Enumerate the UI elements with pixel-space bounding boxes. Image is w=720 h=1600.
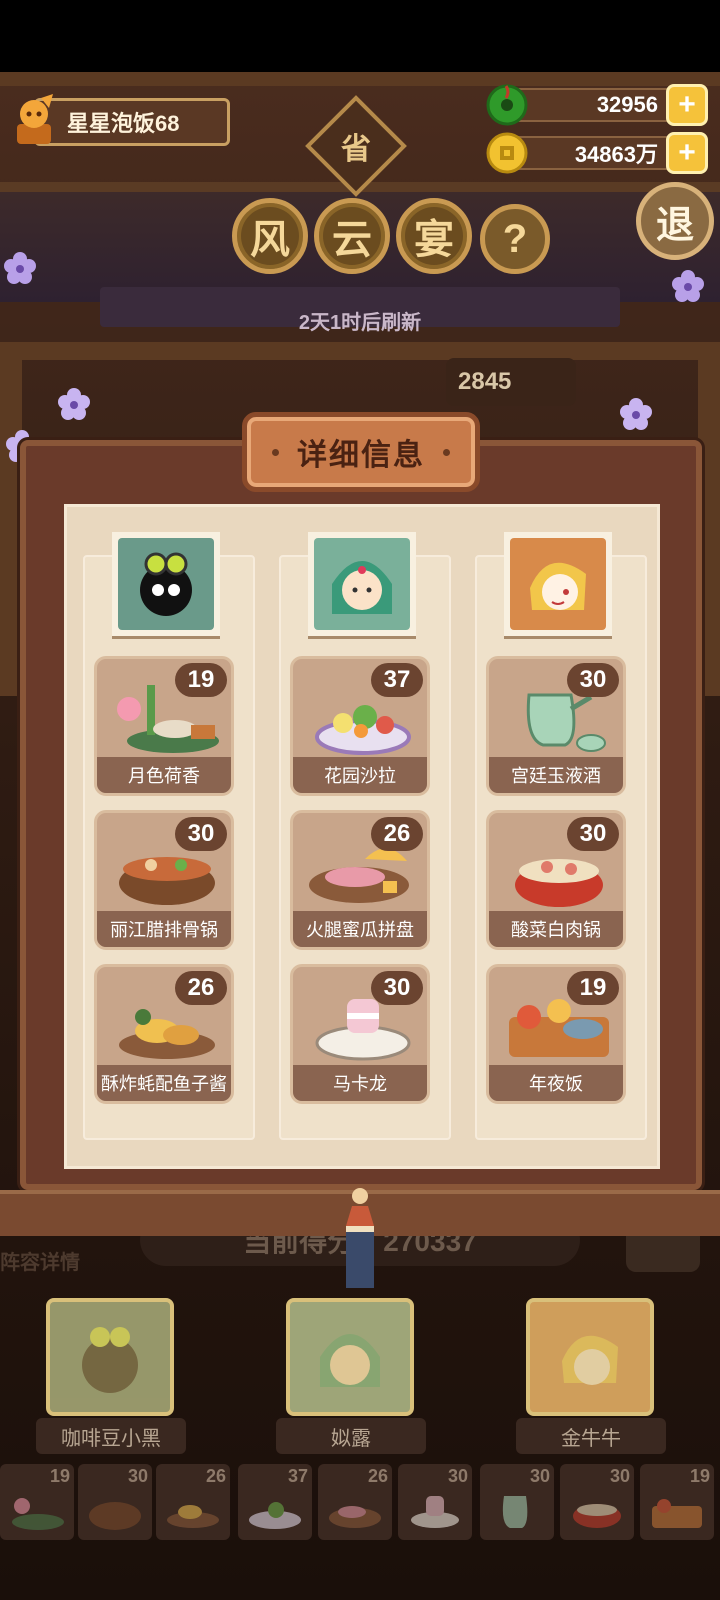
strip-count: 19 xyxy=(689,1466,710,1486)
gem-amount: 32956 xyxy=(504,88,678,122)
refresh-timer: 2天1时后刷新 xyxy=(298,312,422,334)
gold-coin-icon xyxy=(486,132,528,174)
dish-name: 丽江腊排骨锅 xyxy=(97,911,231,947)
dish-card-4[interactable]: 30 丽江腊排骨锅 xyxy=(94,810,234,950)
status-bar-area xyxy=(0,0,720,72)
dish-count: 19 xyxy=(175,663,227,697)
lineup-details-label[interactable]: 阵容详情 xyxy=(0,1246,80,1275)
coffee-bean-chef-avatar xyxy=(118,538,214,630)
dish-count: 26 xyxy=(175,971,227,1005)
dish-count: 30 xyxy=(567,663,619,697)
strip-dish-5[interactable]: 26 xyxy=(318,1464,392,1540)
strip-count: 30 xyxy=(127,1466,148,1486)
flower-decoration xyxy=(670,268,706,304)
province-label: 省 xyxy=(341,133,371,166)
jade-gem-icon xyxy=(486,84,528,126)
coffee-bean-chef-avatar xyxy=(50,1302,170,1412)
dish-name: 马卡龙 xyxy=(293,1065,427,1101)
dish-name: 月色荷香 xyxy=(97,757,231,793)
strip-dish-2[interactable]: 30 xyxy=(78,1464,152,1540)
silu-chef-avatar xyxy=(290,1302,410,1412)
gem-counter: 32956 + xyxy=(486,84,708,126)
left-pillar xyxy=(0,356,22,696)
tassel-ornament-icon xyxy=(346,1188,374,1288)
team-chef-card-3[interactable] xyxy=(526,1298,654,1416)
team-chef-name-2: 姒露 xyxy=(276,1418,426,1454)
team-chef-card-1[interactable] xyxy=(46,1298,174,1416)
feast-title-char-2: 云 xyxy=(314,198,390,274)
strip-dish-1[interactable]: 19 xyxy=(0,1464,74,1540)
coin-amount: 34863万 xyxy=(504,136,678,170)
add-gems-button[interactable]: + xyxy=(666,84,708,126)
dish-strip: 19 30 26 37 26 30 30 30 19 xyxy=(0,1464,720,1542)
team-chef-name-1: 咖啡豆小黑 xyxy=(36,1418,186,1454)
background-score: 2845 xyxy=(446,358,576,406)
help-button[interactable]: ? xyxy=(480,204,550,274)
player-profile[interactable]: 星星泡饭68 xyxy=(8,92,230,148)
flower-decoration xyxy=(56,386,92,422)
golden-bull-chef-avatar xyxy=(530,1302,650,1412)
strip-dish-7[interactable]: 30 xyxy=(480,1464,554,1540)
dish-count: 30 xyxy=(175,817,227,851)
dish-card-7[interactable]: 26 酥炸蚝配鱼子酱 xyxy=(94,964,234,1104)
feast-title-char-1: 风 xyxy=(232,198,308,274)
strip-count: 37 xyxy=(287,1466,308,1486)
exit-button[interactable]: 退 xyxy=(636,182,714,260)
strip-count: 26 xyxy=(205,1466,226,1486)
dish-name: 年夜饭 xyxy=(489,1065,623,1101)
dish-count: 30 xyxy=(371,971,423,1005)
dish-count: 26 xyxy=(371,817,423,851)
chef-portrait-3 xyxy=(504,532,612,636)
dish-count: 37 xyxy=(371,663,423,697)
dish-name: 酥炸蚝配鱼子酱 xyxy=(97,1065,231,1101)
coin-counter: 34863万 + xyxy=(486,132,708,174)
chef-portrait-2 xyxy=(308,532,416,636)
dish-card-8[interactable]: 30 马卡龙 xyxy=(290,964,430,1104)
silu-chef-avatar xyxy=(314,538,410,630)
strip-count: 30 xyxy=(447,1466,468,1486)
strip-dish-3[interactable]: 26 xyxy=(156,1464,230,1540)
dish-count: 19 xyxy=(567,971,619,1005)
team-chef-name-3: 金牛牛 xyxy=(516,1418,666,1454)
strip-dish-8[interactable]: 30 xyxy=(560,1464,634,1540)
panel-title: 详细信息 xyxy=(242,412,480,492)
dish-card-9[interactable]: 19 年夜饭 xyxy=(486,964,626,1104)
middle-beam xyxy=(0,342,720,360)
golden-bull-chef-avatar xyxy=(510,538,606,630)
dish-name: 酸菜白肉锅 xyxy=(489,911,623,947)
strip-count: 30 xyxy=(529,1466,550,1486)
dish-card-6[interactable]: 30 酸菜白肉锅 xyxy=(486,810,626,950)
strip-dish-9[interactable]: 19 xyxy=(640,1464,714,1540)
dish-name: 火腿蜜瓜拼盘 xyxy=(293,911,427,947)
dish-name: 宫廷玉液酒 xyxy=(489,757,623,793)
add-coins-button[interactable]: + xyxy=(666,132,708,174)
dish-name: 花园沙拉 xyxy=(293,757,427,793)
strip-count: 26 xyxy=(367,1466,388,1486)
chef-portrait-1 xyxy=(112,532,220,636)
strip-dish-6[interactable]: 30 xyxy=(398,1464,472,1540)
panel-title-text: 详细信息 xyxy=(297,439,425,472)
player-name: 星星泡饭68 xyxy=(34,98,230,146)
player-avatar-icon xyxy=(8,92,60,148)
team-chef-card-2[interactable] xyxy=(286,1298,414,1416)
dish-card-5[interactable]: 26 火腿蜜瓜拼盘 xyxy=(290,810,430,950)
dish-card-1[interactable]: 19 月色荷香 xyxy=(94,656,234,796)
strip-dish-4[interactable]: 37 xyxy=(238,1464,312,1540)
flower-decoration xyxy=(618,396,654,432)
flower-decoration xyxy=(2,250,38,286)
dish-card-3[interactable]: 30 宫廷玉液酒 xyxy=(486,656,626,796)
strip-count: 30 xyxy=(609,1466,630,1486)
dish-count: 30 xyxy=(567,817,619,851)
strip-count: 19 xyxy=(49,1466,70,1486)
dish-card-2[interactable]: 37 花园沙拉 xyxy=(290,656,430,796)
feast-title-char-3: 宴 xyxy=(396,198,472,274)
